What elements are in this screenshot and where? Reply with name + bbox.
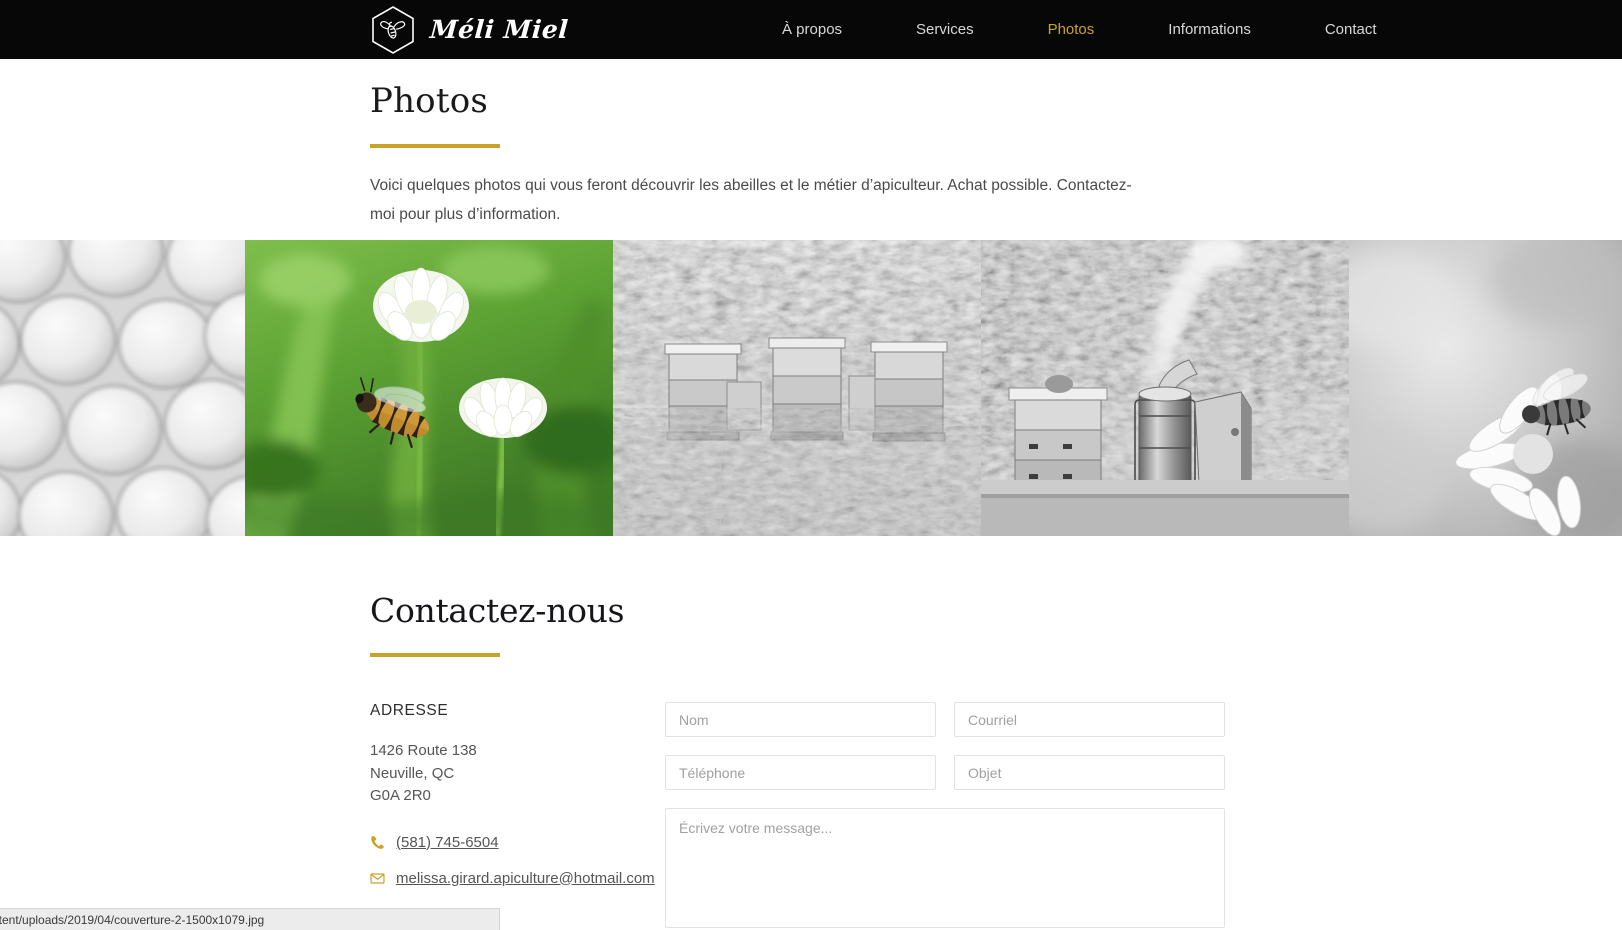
contact-title-underline	[370, 653, 500, 657]
page-root: Méli Miel À propos Services Photos Infor…	[0, 0, 1622, 930]
envelope-icon	[370, 871, 385, 886]
contact-title: Contactez-nous	[370, 591, 625, 630]
gallery-tile-smoker[interactable]	[981, 240, 1349, 536]
title-underline	[370, 144, 500, 148]
intro-section: Photos Voici quelques photos qui vous fe…	[0, 59, 1622, 229]
nav-item-informations[interactable]: Informations	[1131, 0, 1288, 59]
page-title: Photos	[370, 81, 489, 121]
gallery-tile-apiary[interactable]	[613, 240, 981, 536]
phone-number: (581) 745-6504	[396, 833, 499, 851]
site-header: Méli Miel À propos Services Photos Infor…	[0, 0, 1622, 59]
brand-name: Méli Miel	[428, 15, 570, 44]
nav-item-photos[interactable]: Photos	[1011, 0, 1132, 59]
apiary-hives-photo	[613, 240, 981, 536]
hexagon-bee-icon	[370, 5, 416, 55]
email-address: melissa.girard.apiculture@hotmail.com	[396, 869, 655, 887]
nav-item-contact[interactable]: Contact	[1288, 0, 1414, 59]
address-label: ADRESSE	[370, 702, 449, 719]
address-column: ADRESSE 1426 Route 138 Neuville, QC G0A …	[370, 702, 665, 930]
gallery-tile-honeycomb[interactable]	[0, 240, 245, 536]
bee-on-flower-photo	[1349, 240, 1622, 536]
name-input[interactable]	[665, 702, 936, 737]
browser-status-bar: ntent/uploads/2019/04/couverture-2-1500x…	[0, 908, 500, 930]
bee-on-clover-photo	[245, 240, 613, 536]
address-line-2: Neuville, QC	[370, 764, 455, 782]
email-input[interactable]	[954, 702, 1225, 737]
photo-gallery	[0, 240, 1622, 536]
honeycomb-photo	[0, 240, 245, 536]
phone-link[interactable]: (581) 745-6504	[370, 834, 665, 851]
status-bar-url: ntent/uploads/2019/04/couverture-2-1500x…	[0, 912, 265, 927]
address-line-1: 1426 Route 138	[370, 742, 477, 759]
nav-item-services[interactable]: Services	[879, 0, 1011, 59]
address-line-3: G0A 2R0	[370, 787, 431, 804]
nav-item-a-propos[interactable]: À propos	[745, 0, 879, 59]
message-textarea[interactable]	[665, 808, 1225, 928]
gallery-tile-bee-clover[interactable]	[245, 240, 613, 536]
smoker-hive-photo	[981, 240, 1349, 536]
contact-section: Contactez-nous ADRESSE 1426 Route 138 Ne…	[0, 536, 1622, 930]
intro-paragraph: Voici quelques photos qui vous feront dé…	[370, 177, 1132, 223]
phone-input[interactable]	[665, 755, 936, 790]
phone-icon	[370, 835, 385, 850]
gallery-tile-bee-flower[interactable]	[1349, 240, 1622, 536]
main-navigation: À propos Services Photos Informations Co…	[745, 0, 1414, 59]
contact-form	[665, 702, 1225, 930]
brand-logo-link[interactable]: Méli Miel	[370, 0, 570, 59]
email-link[interactable]: melissa.girard.apiculture@hotmail.com	[370, 870, 665, 887]
subject-input[interactable]	[954, 755, 1225, 790]
